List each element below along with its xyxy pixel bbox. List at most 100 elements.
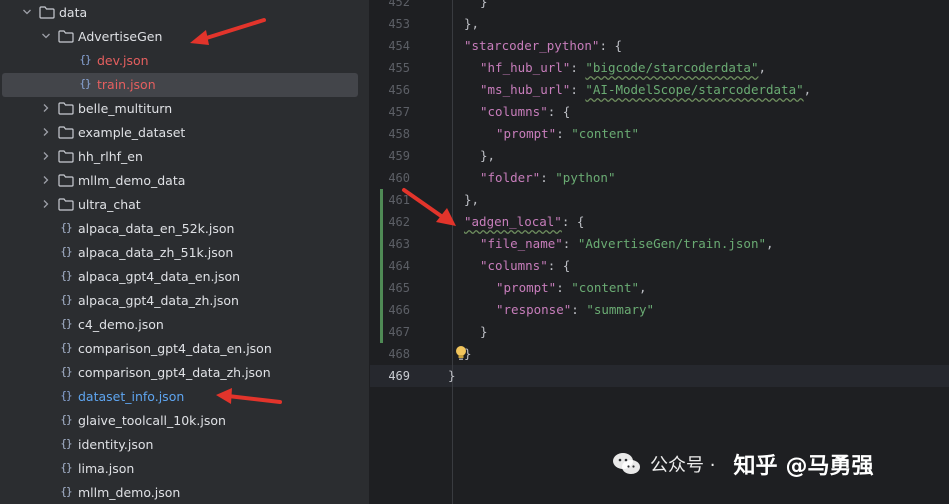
code-line[interactable]: },	[464, 189, 479, 211]
json-file-icon: {}	[60, 245, 72, 258]
code-line[interactable]: "columns": {	[480, 101, 570, 123]
code-line[interactable]: "folder": "python"	[480, 167, 616, 189]
line-number: 457	[388, 105, 410, 119]
json-punctuation: ,	[639, 280, 647, 295]
code-line[interactable]: "adgen_local": {	[464, 211, 584, 233]
tree-file-row[interactable]: {} train.json	[0, 73, 369, 97]
folder-icon	[58, 150, 74, 163]
json-punctuation: : {	[599, 38, 623, 53]
tree-file-row[interactable]: {} mllm_demo.json	[0, 481, 369, 504]
json-key: "starcoder_python"	[464, 38, 600, 53]
json-punctuation: }	[480, 324, 488, 339]
tree-file-row[interactable]: {} alpaca_gpt4_data_zh.json	[0, 289, 369, 313]
line-number: 468	[388, 347, 410, 361]
line-number: 464	[388, 259, 410, 273]
tree-folder-row[interactable]: mllm_demo_data	[0, 169, 369, 193]
code-line[interactable]: "hf_hub_url": "bigcode/starcoderdata",	[480, 57, 766, 79]
json-key: "ms_hub_url"	[480, 82, 571, 97]
code-line[interactable]: "response": "summary"	[496, 299, 654, 321]
watermark-author: @马勇强	[785, 454, 874, 479]
chevron-right-icon[interactable]	[41, 127, 51, 137]
line-number: 452	[388, 0, 410, 9]
tree-file-row[interactable]: {} comparison_gpt4_data_zh.json	[0, 361, 369, 385]
json-punctuation: ,	[803, 82, 812, 97]
chevron-right-icon[interactable]	[41, 103, 51, 113]
line-number: 467	[388, 325, 410, 339]
line-number: 458	[388, 127, 410, 141]
tree-folder-row[interactable]: data	[0, 1, 369, 25]
tree-item-label: comparison_gpt4_data_en.json	[78, 341, 272, 356]
code-line[interactable]: "prompt": "content"	[496, 123, 639, 145]
selection-highlight	[2, 73, 358, 97]
json-string: "AI-ModelScope/starcoderdata"	[585, 82, 804, 97]
json-key: "response"	[496, 302, 572, 317]
tree-file-row[interactable]: {} alpaca_data_en_52k.json	[0, 217, 369, 241]
tree-file-row[interactable]: {} identity.json	[0, 433, 369, 457]
tree-item-label: example_dataset	[78, 125, 186, 140]
tree-item-label: comparison_gpt4_data_zh.json	[78, 365, 271, 380]
json-punctuation: :	[562, 236, 578, 251]
chevron-right-icon[interactable]	[41, 199, 51, 209]
tree-file-row[interactable]: {} dataset_info.json	[0, 385, 369, 409]
chevron-right-icon[interactable]	[41, 175, 51, 185]
json-string: "bigcode/starcoderdata"	[585, 60, 759, 75]
tree-item-label: mllm_demo_data	[78, 173, 186, 188]
tree-file-row[interactable]: {} alpaca_gpt4_data_en.json	[0, 265, 369, 289]
line-number: 463	[388, 237, 410, 251]
line-number: 469	[388, 369, 410, 383]
code-line[interactable]: "ms_hub_url": "AI-ModelScope/starcoderda…	[480, 79, 811, 101]
json-key: "adgen_local"	[464, 214, 562, 229]
watermark-channel: 公众号 ·	[650, 455, 716, 476]
tree-folder-row[interactable]: AdvertiseGen	[0, 25, 369, 49]
code-editor[interactable]: 452} 453}, 454 "starcoder_python": {455 "hf_…	[370, 0, 949, 504]
json-key: "prompt"	[496, 126, 557, 141]
tree-file-row[interactable]: {} dev.json	[0, 49, 369, 73]
json-punctuation: : {	[547, 258, 571, 273]
line-number: 456	[388, 83, 410, 97]
line-number: 465	[388, 281, 410, 295]
code-line[interactable]: "starcoder_python": {	[464, 35, 622, 57]
tree-item-label: alpaca_gpt4_data_zh.json	[78, 293, 239, 308]
lightbulb-icon[interactable]	[454, 345, 468, 361]
tree-file-row[interactable]: {} alpaca_data_zh_51k.json	[0, 241, 369, 265]
json-file-icon: {}	[60, 341, 72, 354]
json-key: "columns"	[480, 104, 548, 119]
tree-file-row[interactable]: {} comparison_gpt4_data_en.json	[0, 337, 369, 361]
folder-icon	[58, 126, 74, 139]
tree-item-label: glaive_toolcall_10k.json	[78, 413, 226, 428]
code-line[interactable]: "prompt": "content",	[496, 277, 647, 299]
folder-icon	[58, 102, 74, 115]
tree-folder-row[interactable]: ultra_chat	[0, 193, 369, 217]
tree-folder-row[interactable]: belle_multiturn	[0, 97, 369, 121]
code-line[interactable]: "file_name": "AdvertiseGen/train.json",	[480, 233, 774, 255]
tree-file-row[interactable]: {} glaive_toolcall_10k.json	[0, 409, 369, 433]
folder-icon	[58, 198, 74, 211]
code-line[interactable]: }	[448, 365, 456, 387]
code-line[interactable]: }	[480, 321, 488, 343]
tree-item-label: mllm_demo.json	[78, 485, 181, 500]
line-number: 462	[388, 215, 410, 229]
chevron-down-icon[interactable]	[41, 31, 51, 41]
line-number: 461	[388, 193, 410, 207]
json-punctuation: },	[480, 148, 496, 163]
json-punctuation: :	[570, 60, 586, 75]
json-key: "folder"	[480, 170, 541, 185]
json-file-icon: {}	[60, 461, 72, 474]
json-punctuation: :	[556, 280, 572, 295]
chevron-down-icon[interactable]	[22, 7, 32, 17]
tree-file-row[interactable]: {} lima.json	[0, 457, 369, 481]
code-line[interactable]: },	[464, 13, 479, 35]
json-string: "python"	[555, 170, 616, 185]
watermark-site: 知乎	[733, 454, 778, 479]
json-punctuation: }	[480, 0, 488, 9]
code-line[interactable]: }	[480, 0, 488, 13]
tree-folder-row[interactable]: hh_rlhf_en	[0, 145, 369, 169]
tree-folder-row[interactable]: example_dataset	[0, 121, 369, 145]
code-line[interactable]: },	[480, 145, 495, 167]
chevron-right-icon[interactable]	[41, 151, 51, 161]
code-line[interactable]: "columns": {	[480, 255, 570, 277]
tree-file-row[interactable]: {} c4_demo.json	[0, 313, 369, 337]
line-number: 454	[388, 39, 410, 53]
tree-item-label: train.json	[97, 77, 156, 92]
tree-item-label: ultra_chat	[78, 197, 141, 212]
